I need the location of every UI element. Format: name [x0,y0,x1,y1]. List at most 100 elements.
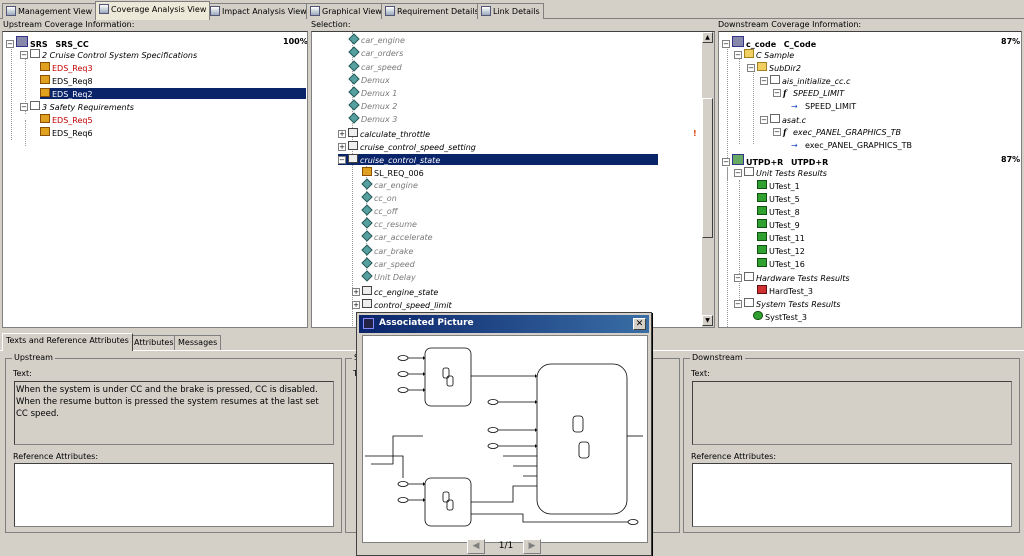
tree-node-signal[interactable]: car_speed [361,257,415,270]
tab-management-view[interactable]: Management View [2,3,97,19]
tree-node-test-group[interactable]: − System Tests Results [734,298,840,309]
check-icon [753,311,763,320]
tree-node-function[interactable]: − f SPEED_LIMIT [773,88,844,99]
tab-attributes[interactable]: Attributes [130,335,178,350]
collapse-icon: − [338,156,346,164]
tree-node-requirement[interactable]: EDS_Req3 [40,62,93,73]
tree-node-signal[interactable]: car_engine [348,33,405,46]
tree-node-test[interactable]: UTest_9 [757,219,800,230]
collapse-icon: − [20,103,28,111]
scroll-down-button[interactable]: ▼ [702,315,713,326]
tab-link-details[interactable]: Link Details [477,3,544,19]
tree-node-test[interactable]: UTest_8 [757,206,800,217]
fail-icon [757,285,767,294]
tree-node-srs[interactable]: − SRS SRS_CC [6,36,89,49]
tree-node-signal[interactable]: car_brake [361,244,413,257]
tree-node-signal[interactable]: car_engine [361,178,418,191]
tree-node-requirement[interactable]: EDS_Req5 [40,114,93,125]
tab-requirement-details[interactable]: Requirement Details [381,3,483,19]
upstream-panel-title: Upstream [12,353,55,362]
selection-label: Selection: [311,20,351,29]
dialog-titlebar[interactable]: Associated Picture ✕ [359,315,649,333]
document-icon [30,101,40,110]
tab-impact-analysis-view[interactable]: Impact Analysis View [206,3,311,19]
tree-node-folder[interactable]: − C Sample [734,49,794,60]
tree-node-test[interactable]: UTest_5 [757,193,800,204]
tree-node-signal[interactable]: cc_on [361,191,397,204]
tree-node-signal[interactable]: car_speed [348,60,402,73]
tree-node-signal[interactable]: Demux 1 [348,86,397,99]
tree-node-file[interactable]: − asat.c [760,114,806,125]
previous-button[interactable]: ◀ [467,539,485,554]
tree-node-block-selected[interactable]: − cruise_control_state [338,154,658,165]
tree-node-folder[interactable]: − SubDir2 [747,62,801,73]
tab-graphical-view[interactable]: Graphical View [306,3,386,19]
signal-icon [348,46,360,58]
requirement-link-icon [362,167,372,176]
tab-messages[interactable]: Messages [174,335,222,350]
tree-node-signal[interactable]: car_accelerate [361,230,433,243]
selection-tree[interactable]: car_engine car_orders car_speed Demux De… [311,31,715,328]
downstream-panel-title: Downstream [690,353,745,362]
tree-node-block[interactable]: + cc_engine_state [352,286,438,297]
tree-node-signal[interactable]: Demux 2 [348,99,397,112]
tree-node-requirement[interactable]: EDS_Req8 [40,75,93,86]
tree-node-function[interactable]: − f exec_PANEL_GRAPHICS_TB [773,127,901,138]
downstream-text-field[interactable] [692,381,1012,445]
tree-node-test[interactable]: UTest_11 [757,232,805,243]
tree-node-test-group[interactable]: − Hardware Tests Results [734,272,850,283]
view-tabs: Management View Coverage Analysis View I… [0,0,1024,20]
tree-node-block[interactable]: + calculate_throttle [338,128,430,139]
downstream-tree[interactable]: − c_code C_Code 87% − C Sample − SubDir2 − a… [718,31,1022,328]
tree-node-block[interactable]: + cruise_control_speed_setting [338,141,476,152]
tree-node-test[interactable]: UTest_1 [757,180,800,191]
upstream-panel: Upstream Text: When the system is under … [5,353,342,533]
signal-icon [361,191,373,203]
downstream-ref-field[interactable] [692,463,1012,527]
scroll-thumb[interactable] [702,98,713,238]
downstream-panel: Downstream Text: Reference Attributes: [683,353,1020,533]
tree-node-reference[interactable]: → exec_PANEL_GRAPHICS_TB [791,140,912,151]
tree-node-test[interactable]: HardTest_3 [757,285,813,296]
tree-node-code-root[interactable]: − c_code C_Code [722,36,816,49]
tree-node-signal[interactable]: cc_off [361,204,397,217]
upstream-label: Upstream Coverage Information: [3,20,135,29]
tree-node-signal[interactable]: Demux 3 [348,112,397,125]
tree-node-test[interactable]: UTest_16 [757,258,805,269]
tree-node-signal[interactable]: cc_resume [361,217,417,230]
next-button[interactable]: ▶ [523,539,541,554]
tree-node-group[interactable]: −2 Cruise Control System Specifications [20,49,197,60]
tree-node-block[interactable]: + control_speed_limit [352,299,452,310]
function-icon: f [783,88,787,98]
requirement-icon [40,127,50,136]
tree-node-signal[interactable]: car_orders [348,46,403,59]
tree-node-tests-root[interactable]: − UTPD+R UTPD+R [722,154,828,167]
coverage-icon [99,4,109,14]
tree-node-group[interactable]: −3 Safety Requirements [20,101,134,112]
tree-node-signal[interactable]: Unit Delay [361,270,416,283]
tab-texts-and-reference-attributes[interactable]: Texts and Reference Attributes [2,333,133,351]
upstream-text-field[interactable]: When the system is under CC and the brak… [14,381,334,445]
scroll-up-button[interactable]: ▲ [702,32,713,43]
tree-node-test-group[interactable]: − Unit Tests Results [734,167,827,178]
tree-node-requirement[interactable]: SL_REQ_006 [362,167,424,178]
upstream-ref-field[interactable] [14,463,334,527]
signal-icon [348,73,360,85]
close-button[interactable]: ✕ [633,318,646,330]
block-icon [362,299,372,308]
collapse-icon: − [734,169,742,177]
tree-node-test[interactable]: UTest_12 [757,245,805,256]
tree-node-requirement-selected[interactable]: EDS_Req2 [40,88,306,99]
tree-node-file[interactable]: − ais_initialize_cc.c [760,75,850,86]
arrow-right-icon: → [791,141,798,150]
check-icon [757,180,767,189]
upstream-tree[interactable]: − SRS SRS_CC 100% −2 Cruise Control Syste… [2,31,308,328]
picture-navigation: ◀ 1/1 ▶ [467,539,543,555]
tree-node-requirement[interactable]: EDS_Req6 [40,127,93,138]
selection-scrollbar[interactable]: ▲ ▼ [701,32,714,327]
signal-icon [361,257,373,269]
tree-node-signal[interactable]: Demux [348,73,390,86]
tree-node-reference[interactable]: → SPEED_LIMIT [791,101,856,112]
tab-coverage-analysis-view[interactable]: Coverage Analysis View [95,1,211,20]
tree-node-test[interactable]: SystTest_3 [753,311,807,322]
